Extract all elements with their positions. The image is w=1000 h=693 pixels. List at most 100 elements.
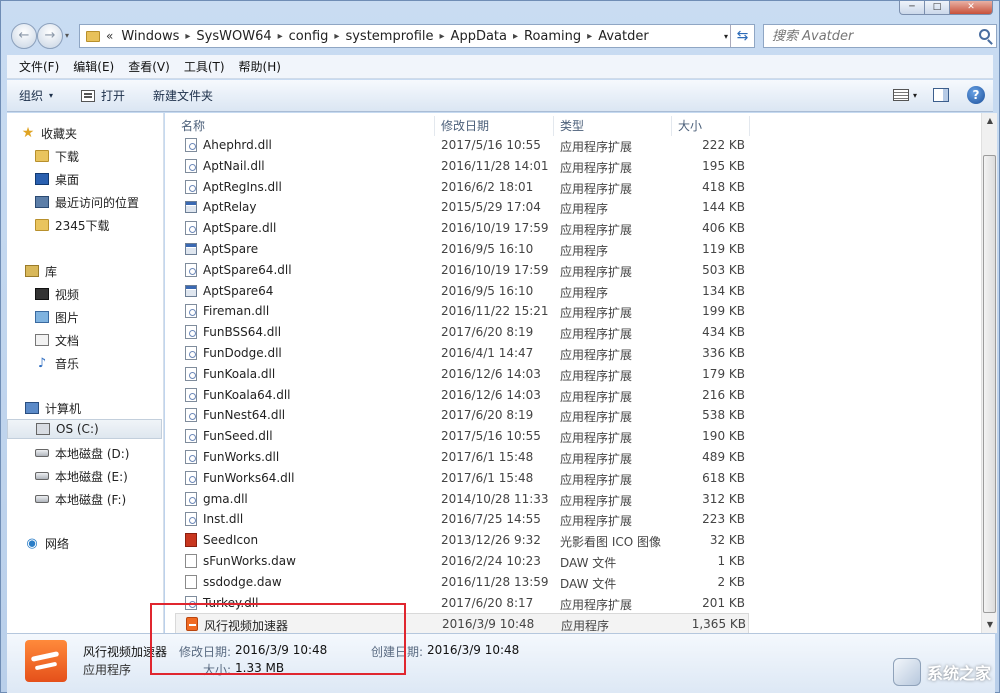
address-bar[interactable]: « Windows ▸ SysWOW64 ▸ config ▸ systempr… — [79, 24, 755, 48]
file-row[interactable]: Ahephrd.dll 2017/5/16 10:55 应用程序扩展 222 KB — [175, 135, 749, 156]
hard-disk-icon — [35, 449, 49, 457]
file-type: 应用程序扩展 — [560, 223, 633, 238]
file-row[interactable]: AptSpare64 2016/9/5 16:10 应用程序 134 KB — [175, 281, 749, 302]
tree-network[interactable]: ◉ 网络 — [25, 533, 180, 553]
breadcrumb-separator-icon[interactable]: ▸ — [513, 31, 518, 42]
breadcrumb-roaming[interactable]: Roaming — [524, 29, 581, 44]
file-row[interactable]: FunWorks.dll 2017/6/1 15:48 应用程序扩展 489 KB — [175, 447, 749, 468]
tree-computer[interactable]: 计算机 — [25, 398, 180, 418]
file-row[interactable]: ssdodge.daw 2016/11/28 13:59 DAW 文件 2 KB — [175, 572, 749, 593]
breadcrumb-separator-icon[interactable]: ▸ — [334, 31, 339, 42]
open-button[interactable]: 打开 — [81, 87, 125, 104]
file-row[interactable]: AptSpare.dll 2016/10/19 17:59 应用程序扩展 406 KB — [175, 218, 749, 239]
search-icon[interactable] — [979, 29, 990, 40]
file-name: AptSpare.dll — [203, 221, 277, 236]
close-button[interactable]: ✕ — [949, 1, 993, 15]
file-size: 216 KB — [702, 387, 745, 402]
breadcrumb-separator-icon[interactable]: ▸ — [185, 31, 190, 42]
breadcrumb-windows[interactable]: Windows — [121, 29, 179, 44]
file-size: 418 KB — [702, 179, 745, 194]
tree-drive-c[interactable]: OS (C:) — [7, 419, 162, 439]
recent-pages-dropdown[interactable]: ▾ — [65, 31, 69, 40]
column-header-name[interactable]: 名称 — [175, 116, 435, 136]
file-row[interactable]: AptRelay 2015/5/29 17:04 应用程序 144 KB — [175, 197, 749, 218]
file-row[interactable]: FunDodge.dll 2016/4/1 14:47 应用程序扩展 336 KB — [175, 343, 749, 364]
file-row[interactable]: FunKoala64.dll 2016/12/6 14:03 应用程序扩展 216 K… — [175, 385, 749, 406]
file-row[interactable]: FunKoala.dll 2016/12/6 14:03 应用程序扩展 179 KB — [175, 364, 749, 385]
file-row[interactable]: SeedIcon 2013/12/26 9:32 光影看图 ICO 图像 32 KB — [175, 530, 749, 551]
dll-file-icon — [185, 304, 197, 319]
file-modified-date: 2014/10/28 11:33 — [441, 491, 549, 506]
search-box[interactable] — [763, 24, 997, 48]
change-view-icon[interactable] — [892, 89, 909, 101]
scroll-up-icon[interactable]: ▲ — [982, 113, 998, 129]
file-size: 32 KB — [709, 533, 745, 548]
breadcrumb-separator-icon[interactable]: ▸ — [440, 31, 445, 42]
tree-label: OS (C:) — [56, 422, 99, 436]
file-row[interactable]: FunSeed.dll 2017/5/16 10:55 应用程序扩展 190 KB — [175, 426, 749, 447]
menu-edit[interactable]: 编辑(E) — [73, 58, 114, 75]
new-folder-button[interactable]: 新建文件夹 — [153, 87, 213, 104]
file-row[interactable]: sFunWorks.daw 2016/2/24 10:23 DAW 文件 1 KB — [175, 551, 749, 572]
search-input[interactable] — [764, 25, 964, 47]
tree-label: 音乐 — [55, 356, 80, 371]
file-row[interactable]: gma.dll 2014/10/28 11:33 应用程序扩展 312 KB — [175, 489, 749, 510]
file-name: FunKoala.dll — [203, 366, 276, 381]
view-options-dropdown-icon[interactable]: ▾ — [913, 91, 917, 100]
menu-tools[interactable]: 工具(T) — [184, 58, 225, 75]
file-row[interactable]: AptNail.dll 2016/11/28 14:01 应用程序扩展 195 KB — [175, 156, 749, 177]
tree-label: 网络 — [45, 536, 70, 551]
file-type: 应用程序扩展 — [560, 514, 633, 529]
organize-button[interactable]: 组织 ▾ — [19, 87, 53, 104]
vertical-scrollbar[interactable]: ▲ ▼ — [981, 113, 997, 633]
file-name: AptSpare — [203, 242, 259, 256]
dll-file-icon — [185, 179, 197, 194]
details-file-type: 应用程序 — [83, 663, 132, 677]
scroll-down-icon[interactable]: ▼ — [982, 617, 998, 633]
breadcrumb-systemprofile[interactable]: systemprofile — [345, 29, 433, 44]
file-type: 应用程序扩展 — [560, 264, 633, 279]
preview-pane-icon[interactable] — [933, 88, 949, 102]
file-name: AptSpare64.dll — [203, 262, 292, 277]
forward-button[interactable]: → — [37, 23, 63, 49]
file-name: FunWorks64.dll — [203, 470, 295, 485]
file-row[interactable]: AptRegIns.dll 2016/6/2 18:01 应用程序扩展 418 KB — [175, 177, 749, 198]
explorer-window: ─ □ ✕ ← → ▾ « Windows ▸ SysWOW64 ▸ confi… — [0, 0, 1000, 693]
breadcrumb-separator-icon[interactable]: ▸ — [587, 31, 592, 42]
file-row[interactable]: Inst.dll 2016/7/25 14:55 应用程序扩展 223 KB — [175, 509, 749, 530]
breadcrumb-avatder[interactable]: Avatder — [598, 29, 648, 44]
file-row[interactable]: FunBSS64.dll 2017/6/20 8:19 应用程序扩展 434 KB — [175, 322, 749, 343]
breadcrumb-config[interactable]: config — [289, 29, 329, 44]
file-row[interactable]: FunNest64.dll 2017/6/20 8:19 应用程序扩展 538 KB — [175, 405, 749, 426]
menu-help[interactable]: 帮助(H) — [239, 58, 281, 75]
tree-favorites[interactable]: ★ 收藏夹 — [21, 123, 176, 143]
refresh-icon[interactable]: ⇆ — [730, 25, 754, 47]
breadcrumb-syswow64[interactable]: SysWOW64 — [196, 29, 271, 44]
column-header-type[interactable]: 类型 — [554, 116, 672, 136]
maximize-button[interactable]: □ — [924, 1, 950, 15]
tree-libraries[interactable]: 库 — [25, 261, 180, 281]
library-icon — [25, 265, 39, 277]
new-folder-label: 新建文件夹 — [153, 89, 214, 103]
file-row[interactable]: Fireman.dll 2016/11/22 15:21 应用程序扩展 199 KB — [175, 301, 749, 322]
column-header-date[interactable]: 修改日期 — [435, 116, 554, 136]
help-icon[interactable]: ? — [967, 86, 985, 104]
file-row[interactable]: AptSpare64.dll 2016/10/19 17:59 应用程序扩展 503 … — [175, 260, 749, 281]
scroll-thumb[interactable] — [983, 155, 996, 613]
file-size: 190 KB — [702, 429, 745, 444]
overflow-chevron-icon[interactable]: « — [106, 29, 113, 43]
menu-view[interactable]: 查看(V) — [128, 58, 170, 75]
file-row[interactable]: FunWorks64.dll 2017/6/1 15:48 应用程序扩展 618 KB — [175, 468, 749, 489]
file-name: sFunWorks.daw — [203, 554, 296, 568]
file-size: 312 KB — [702, 491, 745, 506]
address-dropdown-icon[interactable]: ▾ — [724, 32, 728, 41]
file-row[interactable]: AptSpare 2016/9/5 16:10 应用程序 119 KB — [175, 239, 749, 260]
column-header-size[interactable]: 大小 — [672, 116, 750, 136]
breadcrumb-separator-icon[interactable]: ▸ — [278, 31, 283, 42]
file-size: 489 KB — [702, 450, 745, 464]
minimize-button[interactable]: ─ — [899, 1, 925, 15]
file-name: gma.dll — [203, 491, 248, 506]
menu-file[interactable]: 文件(F) — [19, 58, 59, 75]
back-button[interactable]: ← — [11, 23, 37, 49]
breadcrumb-appdata[interactable]: AppData — [451, 29, 507, 44]
